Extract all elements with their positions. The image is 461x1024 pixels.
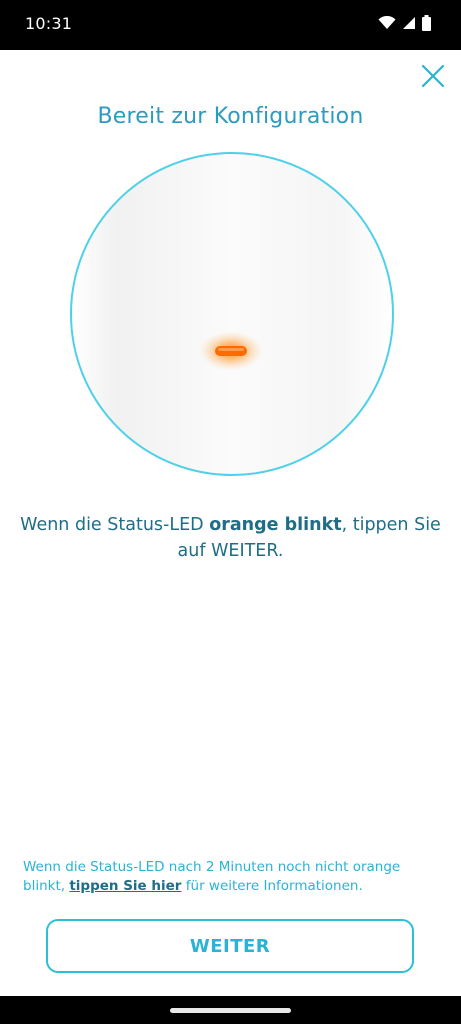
help-link[interactable]: tippen Sie hier (69, 878, 181, 894)
help-footnote: Wenn die Status-LED nach 2 Minuten noch … (23, 858, 443, 896)
navigation-bar (0, 996, 461, 1024)
weiter-button-label: WEITER (189, 935, 271, 957)
close-button[interactable] (419, 62, 447, 90)
page-title: Bereit zur Konfiguration (97, 104, 364, 129)
signal-icon (402, 16, 416, 35)
status-time: 10:31 (25, 14, 73, 33)
wifi-icon (378, 15, 396, 35)
footnote-after: für weitere Informationen. (181, 878, 363, 894)
device-body (70, 152, 394, 476)
instruction-highlight: orange blinkt (209, 515, 342, 535)
status-icons (378, 15, 431, 36)
status-bar: 10:31 (0, 0, 461, 50)
instruction-text: Wenn die Status-LED orange blinkt, tippe… (20, 512, 441, 564)
weiter-button[interactable]: WEITER (46, 919, 414, 973)
device-illustration (68, 150, 396, 478)
instruction-before: Wenn die Status-LED (20, 515, 210, 535)
battery-icon (422, 15, 431, 36)
home-handle[interactable] (170, 1008, 291, 1013)
close-icon (421, 64, 445, 88)
